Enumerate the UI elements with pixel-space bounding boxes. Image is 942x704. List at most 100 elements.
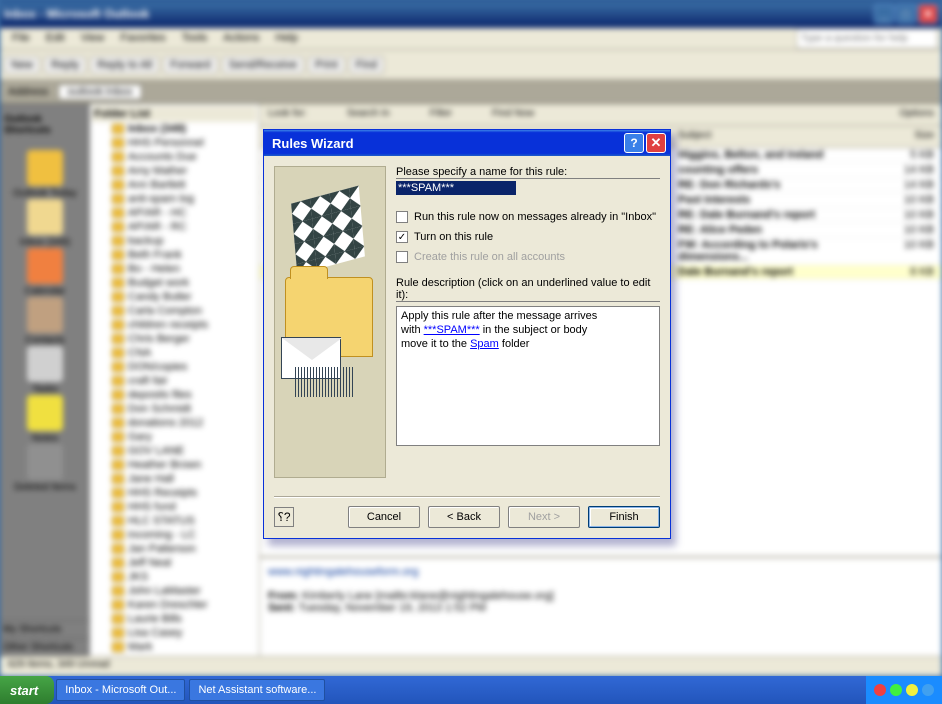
menu-view[interactable]: View: [73, 28, 113, 49]
folder-tree-item[interactable]: HHS fund: [92, 500, 257, 514]
outlook-bar-item[interactable]: Contacts: [13, 297, 77, 346]
folder-tree-item[interactable]: CNA: [92, 346, 257, 360]
outlook-bar-item[interactable]: Inbox (349): [13, 199, 77, 248]
outlook-bar-item[interactable]: Tasks: [13, 346, 77, 395]
spam-value-link[interactable]: ***SPAM***: [424, 324, 480, 336]
run-now-checkbox[interactable]: [396, 211, 408, 223]
dialog-close-button[interactable]: ✕: [646, 133, 666, 153]
folder-tree-item[interactable]: incoming - LC: [92, 528, 257, 542]
folder-inbox[interactable]: Inbox (349): [92, 122, 257, 136]
folder-tree-item[interactable]: Don Schmidt: [92, 402, 257, 416]
close-icon: ✕: [651, 135, 662, 151]
menu-tools[interactable]: Tools: [174, 28, 216, 49]
col-findnow[interactable]: Find Now: [492, 108, 534, 121]
taskbar-item-2[interactable]: Net Assistant software...: [189, 679, 325, 701]
turn-on-checkbox[interactable]: ✓: [396, 231, 408, 243]
start-button[interactable]: start: [0, 676, 54, 704]
folder-tree-item[interactable]: backup: [92, 234, 257, 248]
folder-tree-item[interactable]: Laurie Bills: [92, 612, 257, 626]
outlook-bar-item[interactable]: Deleted Items: [13, 444, 77, 493]
folder-tree-item[interactable]: Lisa Casey: [92, 626, 257, 640]
outlook-bar-item[interactable]: Outlook Today: [13, 150, 77, 199]
app-title: Inbox - Microsoft Outlook: [4, 7, 149, 21]
minimize-button[interactable]: _: [874, 4, 894, 24]
outlook-bar-item[interactable]: Calendar: [13, 248, 77, 297]
folder-tree-item[interactable]: Budget work: [92, 276, 257, 290]
spam-folder-link[interactable]: Spam: [470, 338, 499, 350]
folder-tree-item[interactable]: Jane Hall: [92, 472, 257, 486]
context-help-button[interactable]: ?: [624, 133, 644, 153]
folder-tree-item[interactable]: JKS: [92, 570, 257, 584]
folder-tree-item[interactable]: HLC STATUS: [92, 514, 257, 528]
menu-help[interactable]: Help: [267, 28, 306, 49]
other-shortcuts-panel[interactable]: Other Shortcuts: [0, 638, 90, 656]
help-search-input[interactable]: [796, 28, 938, 49]
folder-tree-item[interactable]: AP/AR - HC: [92, 206, 257, 220]
window-close-button[interactable]: ✕: [918, 4, 938, 24]
col-subject[interactable]: Subject: [678, 130, 711, 143]
reply-all-button[interactable]: Reply to All: [90, 56, 159, 74]
folder-tree-item[interactable]: craft fair: [92, 374, 257, 388]
folder-tree-item[interactable]: Jeff Neal: [92, 556, 257, 570]
folder-tree-item[interactable]: Amy Mather: [92, 164, 257, 178]
folder-tree-item[interactable]: Accounts Due: [92, 150, 257, 164]
tray-icon[interactable]: [890, 684, 902, 696]
maximize-button[interactable]: □: [896, 4, 916, 24]
folder-tree-item[interactable]: Matt Chapman: [92, 654, 257, 656]
find-button[interactable]: Find: [349, 56, 384, 74]
tray-icon[interactable]: [906, 684, 918, 696]
folder-tree-item[interactable]: Heather Brown: [92, 458, 257, 472]
forward-button[interactable]: Forward: [163, 56, 217, 74]
folder-tree-item[interactable]: AP/AR - RC: [92, 220, 257, 234]
folder-tree-item[interactable]: HHS Receipts: [92, 486, 257, 500]
folder-tree-item[interactable]: DON/copies: [92, 360, 257, 374]
address-box[interactable]: outlook:Inbox: [58, 84, 141, 100]
folder-tree-item[interactable]: Bo - Helen: [92, 262, 257, 276]
folder-tree-item[interactable]: Ann Bartlett: [92, 178, 257, 192]
send-receive-button[interactable]: Send/Receive: [222, 56, 305, 74]
tray-icon[interactable]: [874, 684, 886, 696]
folder-tree-item[interactable]: donations 2012: [92, 416, 257, 430]
run-now-checkbox-row[interactable]: Run this rule now on messages already in…: [396, 211, 660, 223]
rule-name-input[interactable]: [396, 181, 516, 195]
finish-button[interactable]: Finish: [588, 506, 660, 528]
folder-tree-item[interactable]: Beth Frank: [92, 248, 257, 262]
menu-actions[interactable]: Actions: [215, 28, 267, 49]
menu-file[interactable]: File: [4, 28, 38, 49]
help-icon-button[interactable]: ⸮?: [274, 507, 294, 527]
folder-tree-item[interactable]: John LaMaster: [92, 584, 257, 598]
folder-tree-item[interactable]: anti-spam log: [92, 192, 257, 206]
my-shortcuts-panel[interactable]: My Shortcuts: [0, 620, 90, 638]
rule-description-box: Apply this rule after the message arrive…: [396, 306, 660, 446]
all-accounts-checkbox-row: Create this rule on all accounts: [396, 251, 660, 263]
col-size[interactable]: Size: [915, 130, 934, 143]
folder-tree-item[interactable]: Carla Compton: [92, 304, 257, 318]
folder-tree-item[interactable]: deposits files: [92, 388, 257, 402]
system-tray[interactable]: [866, 676, 942, 704]
back-button[interactable]: < Back: [428, 506, 500, 528]
new-button[interactable]: New: [4, 56, 40, 74]
preview-sent-label: Sent:: [268, 602, 296, 614]
reply-button[interactable]: Reply: [44, 56, 86, 74]
folder-tree-item[interactable]: Jan Patterson: [92, 542, 257, 556]
folder-tree-item[interactable]: Mark: [92, 640, 257, 654]
menu-edit[interactable]: Edit: [38, 28, 73, 49]
preview-url[interactable]: www.nightingalehouseform.org: [268, 566, 934, 578]
rule-description-label: Rule description (click on an underlined…: [396, 277, 660, 302]
folder-tree-item[interactable]: children receipts: [92, 318, 257, 332]
tray-icon[interactable]: [922, 684, 934, 696]
folder-tree-item[interactable]: Karen Dreschler: [92, 598, 257, 612]
menu-favorites[interactable]: Favorites: [112, 28, 173, 49]
folder-tree-item[interactable]: Candy Butler: [92, 290, 257, 304]
taskbar-item-outlook[interactable]: Inbox - Microsoft Out...: [56, 679, 185, 701]
cancel-button[interactable]: Cancel: [348, 506, 420, 528]
col-options[interactable]: Options: [900, 108, 934, 121]
outlook-bar: Outlook Shortcuts Outlook TodayInbox (34…: [0, 104, 90, 656]
folder-tree-item[interactable]: Chris Berger: [92, 332, 257, 346]
turn-on-checkbox-row[interactable]: ✓ Turn on this rule: [396, 231, 660, 243]
folder-tree-item[interactable]: GOV LANE: [92, 444, 257, 458]
print-button[interactable]: Print: [308, 56, 345, 74]
outlook-bar-item[interactable]: Notes: [13, 395, 77, 444]
folder-tree-item[interactable]: HHS Personnel: [92, 136, 257, 150]
folder-tree-item[interactable]: Gary: [92, 430, 257, 444]
